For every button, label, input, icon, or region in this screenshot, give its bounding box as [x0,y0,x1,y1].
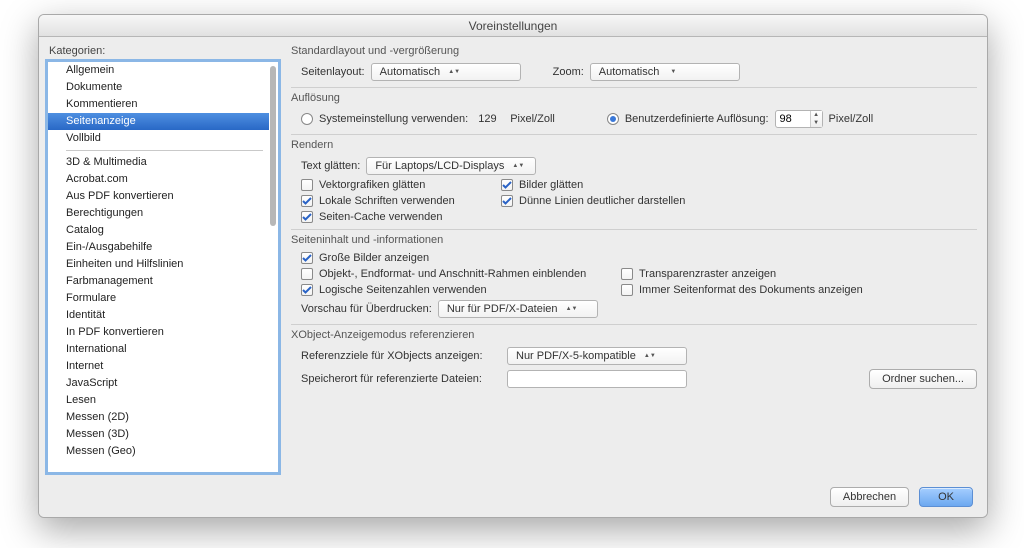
group-content-title: Seiteninhalt und -informationen [291,234,977,246]
category-item[interactable]: Dokumente [48,79,269,96]
system-resolution-value: 129 [478,113,504,125]
categories-listbox[interactable]: AllgemeinDokumenteKommentierenSeitenanze… [47,61,279,473]
xobject-targets-label: Referenzziele für XObjects anzeigen: [301,350,501,362]
category-item[interactable]: Internet [48,358,269,375]
custom-resolution-unit: Pixel/Zoll [829,113,874,125]
window-title: Voreinstellungen [469,19,558,33]
page-cache-checkbox[interactable]: Seiten-Cache verwenden [301,211,501,223]
transparency-checkbox[interactable]: Transparenzraster anzeigen [621,268,776,280]
category-item[interactable]: Kommentieren [48,96,269,113]
categories-scrollbar[interactable] [270,64,276,470]
always-format-checkbox[interactable]: Immer Seitenformat des Dokuments anzeige… [621,284,863,296]
category-item[interactable]: Lesen [48,392,269,409]
custom-resolution-radio[interactable] [607,113,619,125]
image-smoothing-checkbox[interactable]: Bilder glätten [501,179,781,191]
group-layout-title: Standardlayout und -vergrößerung [291,45,977,57]
category-item[interactable]: In PDF konvertieren [48,324,269,341]
category-item[interactable]: Allgemein [48,62,269,79]
text-smoothing-value: Für Laptops/LCD-Displays [375,160,504,172]
category-item[interactable]: Formulare [48,290,269,307]
category-item[interactable]: Vollbild [48,130,269,147]
custom-resolution-label: Benutzerdefinierte Auflösung: [625,113,769,125]
chevron-updown-icon: ▲▼ [448,70,460,75]
chevron-updown-icon: ▲▼ [566,307,578,312]
xobject-location-label: Speicherort für referenzierte Dateien: [301,373,501,385]
text-smoothing-label: Text glätten: [301,160,360,172]
chevron-down-icon: ▼ [667,70,679,75]
local-fonts-checkbox[interactable]: Lokale Schriften verwenden [301,195,501,207]
category-item[interactable]: Messen (Geo) [48,443,269,460]
group-render-title: Rendern [291,139,977,151]
category-item[interactable]: Seitenanzeige [48,113,269,130]
chevron-updown-icon: ▲▼ [512,164,524,169]
text-smoothing-select[interactable]: Für Laptops/LCD-Displays ▲▼ [366,157,536,175]
logical-pages-checkbox[interactable]: Logische Seitenzahlen verwenden [301,284,601,296]
category-item[interactable]: Identität [48,307,269,324]
frames-checkbox[interactable]: Objekt-, Endformat- und Anschnitt-Rahmen… [301,268,601,280]
category-item[interactable]: Aus PDF konvertieren [48,188,269,205]
zoom-value: Automatisch [599,66,660,78]
large-images-checkbox[interactable]: Große Bilder anzeigen [301,252,977,264]
vector-smoothing-checkbox[interactable]: Vektorgrafiken glätten [301,179,501,191]
categories-label: Kategorien: [49,45,279,57]
seitenlayout-select[interactable]: Automatisch ▲▼ [371,63,521,81]
category-item[interactable]: Ein-/Ausgabehilfe [48,239,269,256]
thin-lines-checkbox[interactable]: Dünne Linien deutlicher darstellen [501,195,781,207]
seitenlayout-label: Seitenlayout: [301,66,365,78]
stepper-updown-icon[interactable]: ▲▼ [810,111,822,127]
zoom-select[interactable]: Automatisch ▼ [590,63,740,81]
system-resolution-label: Systemeinstellung verwenden: [319,113,468,125]
xobject-targets-value: Nur PDF/X-5-kompatible [516,350,636,362]
category-item[interactable]: Messen (3D) [48,426,269,443]
titlebar: Voreinstellungen [39,15,987,37]
category-item[interactable]: Acrobat.com [48,171,269,188]
zoom-label: Zoom: [553,66,584,78]
category-item[interactable]: Catalog [48,222,269,239]
custom-resolution-input[interactable] [776,113,810,125]
category-item[interactable]: Berechtigungen [48,205,269,222]
category-item[interactable]: JavaScript [48,375,269,392]
category-item[interactable]: International [48,341,269,358]
category-item[interactable]: 3D & Multimedia [48,154,269,171]
seitenlayout-value: Automatisch [380,66,441,78]
group-resolution-title: Auflösung [291,92,977,104]
system-resolution-unit: Pixel/Zoll [510,113,555,125]
chevron-updown-icon: ▲▼ [644,354,656,359]
system-resolution-radio[interactable] [301,113,313,125]
ok-button[interactable]: OK [919,487,973,507]
category-item[interactable]: Farbmanagement [48,273,269,290]
overprint-label: Vorschau für Überdrucken: [301,303,432,315]
preferences-window: Voreinstellungen Kategorien: AllgemeinDo… [38,14,988,518]
category-item[interactable]: Messen (2D) [48,409,269,426]
xobject-location-input[interactable] [507,370,687,388]
browse-folder-button[interactable]: Ordner suchen... [869,369,977,389]
xobject-targets-select[interactable]: Nur PDF/X-5-kompatible ▲▼ [507,347,687,365]
cancel-button[interactable]: Abbrechen [830,487,909,507]
overprint-select[interactable]: Nur für PDF/X-Dateien ▲▼ [438,300,598,318]
custom-resolution-spinner[interactable]: ▲▼ [775,110,823,128]
category-item[interactable]: Einheiten und Hilfslinien [48,256,269,273]
group-xobject-title: XObject-Anzeigemodus referenzieren [291,329,977,341]
scrollbar-thumb[interactable] [270,66,276,226]
overprint-value: Nur für PDF/X-Dateien [447,303,558,315]
